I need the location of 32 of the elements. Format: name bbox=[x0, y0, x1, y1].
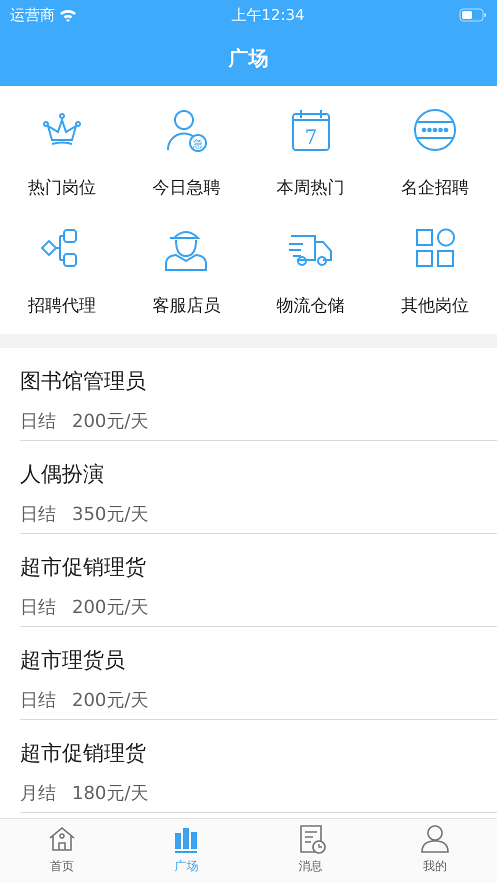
tab-item[interactable]: 我的 bbox=[372, 819, 497, 883]
tab-item[interactable]: 首页 bbox=[0, 819, 124, 883]
category-button[interactable]: 物流仓储 bbox=[248, 216, 373, 334]
job-title[interactable]: 超市理货员 bbox=[20, 645, 497, 676]
category-button[interactable]: 热门岗位 bbox=[0, 98, 124, 216]
settlement-type: 日结 bbox=[20, 688, 56, 712]
page-title: 广场 bbox=[228, 45, 268, 72]
job-pay: 200元/天 bbox=[72, 596, 148, 620]
settlement-type: 日结 bbox=[20, 502, 56, 526]
settlement-type: 日结 bbox=[20, 410, 56, 434]
carrier-name: 运营商 bbox=[10, 4, 55, 26]
category-button[interactable]: 急 今日急聘 bbox=[124, 98, 248, 216]
job-pay: 200元/天 bbox=[72, 410, 148, 434]
battery-icon bbox=[458, 8, 487, 22]
job-pay: 350元/天 bbox=[72, 502, 148, 526]
category-button[interactable]: 其他岗位 bbox=[372, 216, 497, 334]
settlement-type: 月结 bbox=[20, 782, 56, 806]
wifi-icon bbox=[59, 8, 77, 22]
job-pay: 180元/天 bbox=[72, 782, 148, 806]
job-title[interactable]: 超市促销理货 bbox=[20, 552, 497, 584]
job-title[interactable]: 人偶扮演 bbox=[20, 459, 497, 490]
category-button[interactable]: 客服店员 bbox=[124, 216, 248, 334]
job-pay: 200元/天 bbox=[72, 688, 148, 712]
job-title[interactable]: 图书馆管理员 bbox=[20, 366, 497, 398]
category-button[interactable]: 名企招聘 bbox=[372, 98, 497, 216]
settlement-type: 日结 bbox=[20, 596, 56, 620]
tab-item[interactable]: 消息 bbox=[248, 819, 373, 883]
job-title[interactable]: 超市促销理货 bbox=[20, 738, 497, 770]
category-button[interactable]: 7 本周热门 bbox=[248, 98, 373, 216]
person-icon bbox=[418, 823, 451, 855]
clock-time: 上午12:34 bbox=[231, 4, 305, 26]
category-button[interactable]: 招聘代理 bbox=[0, 216, 124, 334]
